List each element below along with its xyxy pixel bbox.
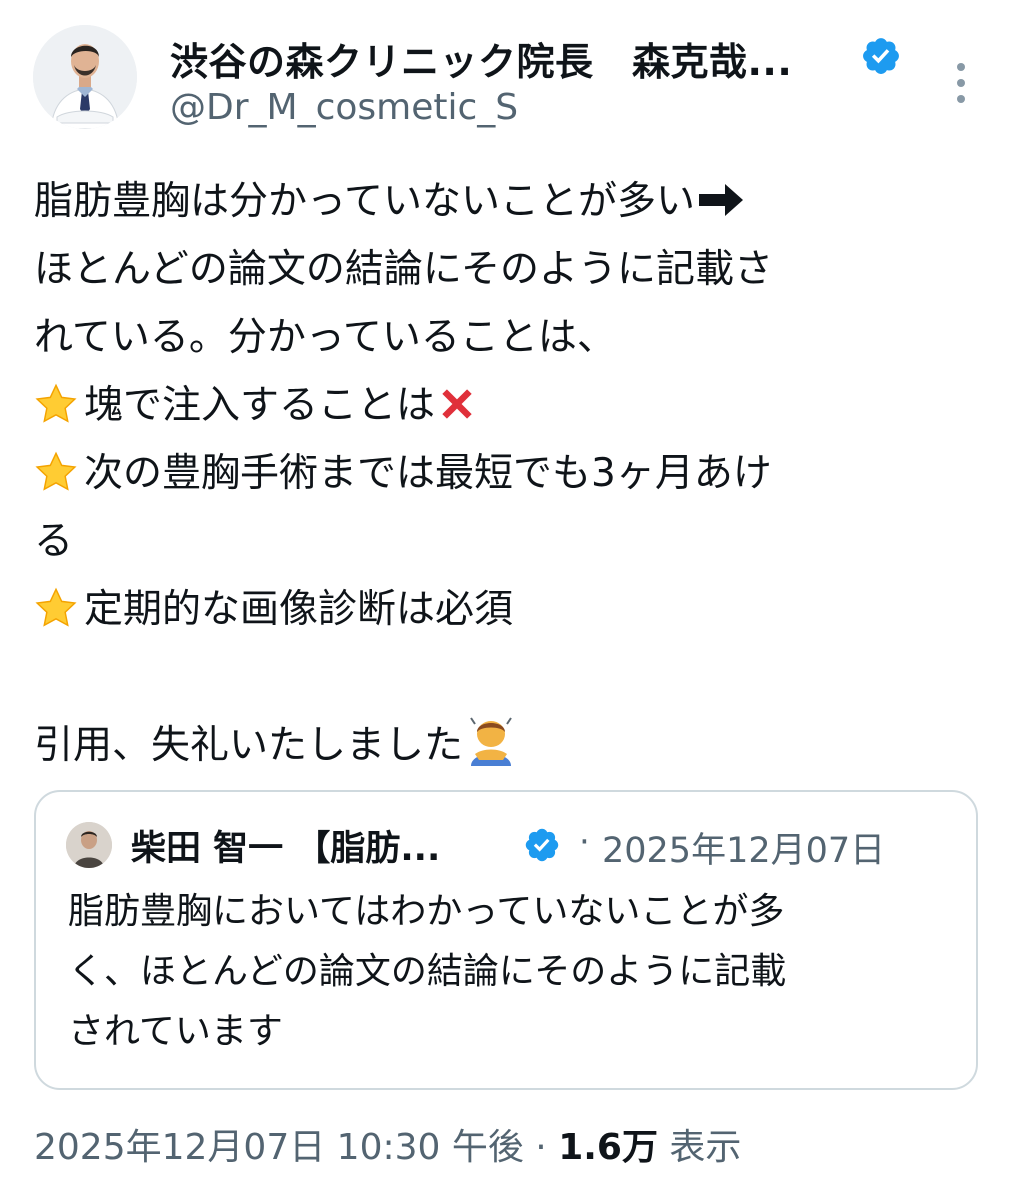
author-handle[interactable]: @Dr_M_cosmetic_S [170,87,518,128]
quoted-line: く、ほとんどの論文の結論にそのように記載 [68,951,787,992]
quoted-author-name: 柴田 智一 【脂肪... [131,829,441,869]
person-bowing-icon [470,716,512,766]
cross-mark-icon [442,388,472,419]
tweet-line: 引用、失礼いたしました [34,712,979,780]
separator-dot: · [579,822,590,862]
quoted-author-avatar [66,822,112,868]
star-icon [35,383,77,423]
quoted-line: されています [68,1011,283,1052]
quoted-date: 2025年12月07日 [602,831,886,871]
quoted-tweet-card[interactable]: 柴田 智一 【脂肪... · 2025年12月07日 脂肪豊胸においてはわかって… [34,790,978,1090]
tweet-line: 次の豊胸手術までは最短でも3ヶ月あけ [34,440,979,508]
quoted-text: 脂肪豊胸においてはわかっていないことが多 く、ほとんどの論文の結論にそのように記… [68,882,948,1062]
tweet-line: 定期的な画像診断は必須 [34,576,979,644]
tweet-meta: 2025年12月07日 10:30 午後 · 1.6万 表示 [34,1118,741,1170]
more-options-icon[interactable] [941,53,981,113]
star-icon [35,587,77,627]
tweet-text: 脂肪豊胸は分かっていないことが多い ほとんどの論文の結論にそのように記載さ れて… [34,168,979,780]
tweet-datetime[interactable]: 2025年12月07日 10:30 午後 · [34,1127,558,1168]
star-icon [35,451,77,491]
tweet-line: 塊で注入することは [34,372,979,440]
tweet-line: ほとんどの論文の結論にそのように記載さ [34,247,774,292]
views-count: 1.6万 [558,1127,658,1168]
views-label: 表示 [657,1127,742,1168]
right-arrow-icon [699,183,744,216]
verified-badge-icon [525,828,559,862]
verified-badge-icon [863,38,899,74]
author-avatar[interactable] [33,25,137,129]
tweet-line: 脂肪豊胸は分かっていないことが多い [34,168,979,236]
tweet-line: れている。分かっていることは、 [34,315,616,360]
tweet-header: 渋谷の森クリニック院長 森克哉... @Dr_M_cosmetic_S [33,25,983,135]
quoted-line: 脂肪豊胸においてはわかっていないことが多 [68,891,785,932]
tweet-line: る [34,519,74,564]
author-display-name[interactable]: 渋谷の森クリニック院長 森克哉... [170,31,792,86]
